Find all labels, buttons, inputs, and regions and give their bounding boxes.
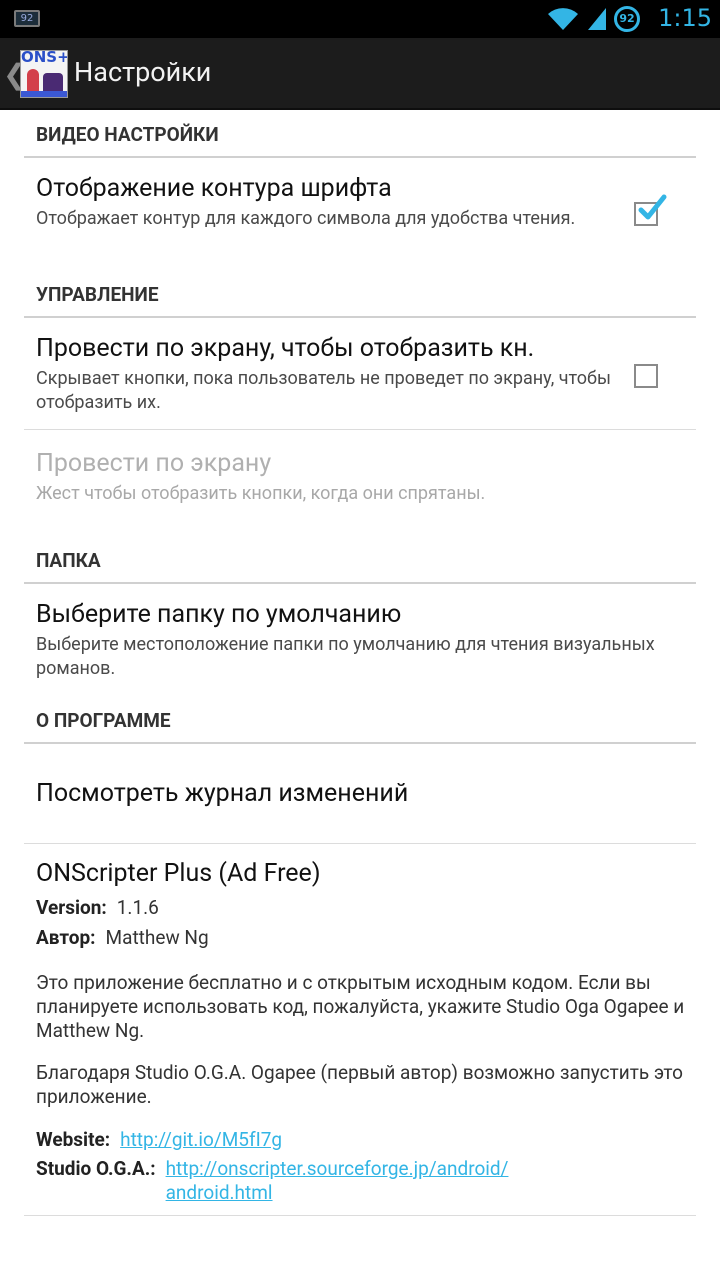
category-control: УПРАВЛЕНИЕ	[24, 270, 696, 318]
status-bar: 92 92 1:15	[0, 0, 720, 38]
signal-icon	[588, 8, 606, 30]
about-app-info: ONScripter Plus (Ad Free) Version: 1.1.6…	[24, 844, 696, 1216]
author-label: Автор:	[36, 926, 96, 949]
pref-font-outline[interactable]: Отображение контура шрифта Отображает ко…	[24, 158, 696, 270]
wifi-icon	[548, 8, 578, 30]
pref-summary: Выберите местоположение папки по умолчан…	[36, 634, 655, 679]
settings-list: ВИДЕО НАСТРОЙКИ Отображение контура шриф…	[24, 110, 696, 1216]
swipe-show-checkbox[interactable]	[634, 364, 658, 388]
status-icons: 92	[546, 5, 640, 33]
studio-link-line2[interactable]: android.html	[166, 1181, 273, 1204]
font-outline-checkbox[interactable]	[634, 194, 667, 226]
category-about: О ПРОГРАММЕ	[24, 696, 696, 744]
website-row: Website: http://git.io/M5fI7g	[36, 1127, 696, 1153]
pref-default-folder[interactable]: Выберите папку по умолчанию Выберите мес…	[24, 584, 696, 696]
category-folder: ПАПКА	[24, 536, 696, 584]
website-link[interactable]: http://git.io/M5fI7g	[120, 1127, 282, 1153]
license-paragraph: Это приложение бесплатно и с открытым ис…	[36, 971, 685, 1042]
action-bar: ❮ ONS+ Настройки	[0, 38, 720, 110]
pref-summary: Отображает контур для каждого символа дл…	[36, 208, 576, 229]
pref-title: Отображение контура шрифта	[36, 174, 392, 203]
studio-row: Studio O.G.A.: http://onscripter.sourcef…	[36, 1157, 696, 1205]
checkmark-icon	[638, 194, 667, 220]
logo-text: ONS+	[21, 50, 68, 66]
author-value: Matthew Ng	[105, 926, 209, 949]
pref-summary: Жест чтобы отобразить кнопки, когда они …	[36, 483, 486, 504]
version-row: Version: 1.1.6	[36, 893, 696, 923]
category-video-settings: ВИДЕО НАСТРОЙКИ	[24, 110, 696, 158]
pref-title: Посмотреть журнал изменений	[36, 779, 409, 808]
app-logo[interactable]: ONS+	[20, 50, 68, 98]
author-row: Автор: Matthew Ng	[36, 923, 696, 953]
studio-link-line1[interactable]: http://onscripter.sourceforge.jp/android…	[166, 1157, 509, 1180]
battery-icon: 92	[614, 6, 640, 32]
pref-title: Выберите папку по умолчанию	[36, 600, 402, 629]
logo-strip	[21, 91, 67, 97]
pref-changelog[interactable]: Посмотреть журнал изменений	[24, 744, 696, 844]
pref-title: Провести по экрану, чтобы отобразить кн.	[36, 334, 535, 363]
credits-paragraph: Благодаря Studio O.G.A. Ogapee (первый а…	[36, 1061, 683, 1108]
version-label: Version:	[36, 896, 107, 919]
pref-title: Провести по экрану	[36, 449, 272, 478]
page-title: Настройки	[74, 56, 212, 88]
clock: 1:15	[658, 4, 712, 32]
notification-battery-icon: 92	[14, 10, 40, 27]
pref-swipe-to-show-buttons[interactable]: Провести по экрану, чтобы отобразить кн.…	[24, 318, 696, 430]
studio-label: Studio O.G.A.:	[36, 1157, 156, 1180]
website-label: Website:	[36, 1128, 111, 1151]
version-value: 1.1.6	[116, 896, 159, 919]
studio-link-block[interactable]: http://onscripter.sourceforge.jp/android…	[166, 1157, 509, 1205]
pref-summary: Скрывает кнопки, пока пользователь не пр…	[36, 368, 611, 413]
pref-swipe-gesture: Провести по экрану Жест чтобы отобразить…	[24, 430, 696, 536]
app-name: ONScripter Plus (Ad Free)	[36, 859, 321, 888]
